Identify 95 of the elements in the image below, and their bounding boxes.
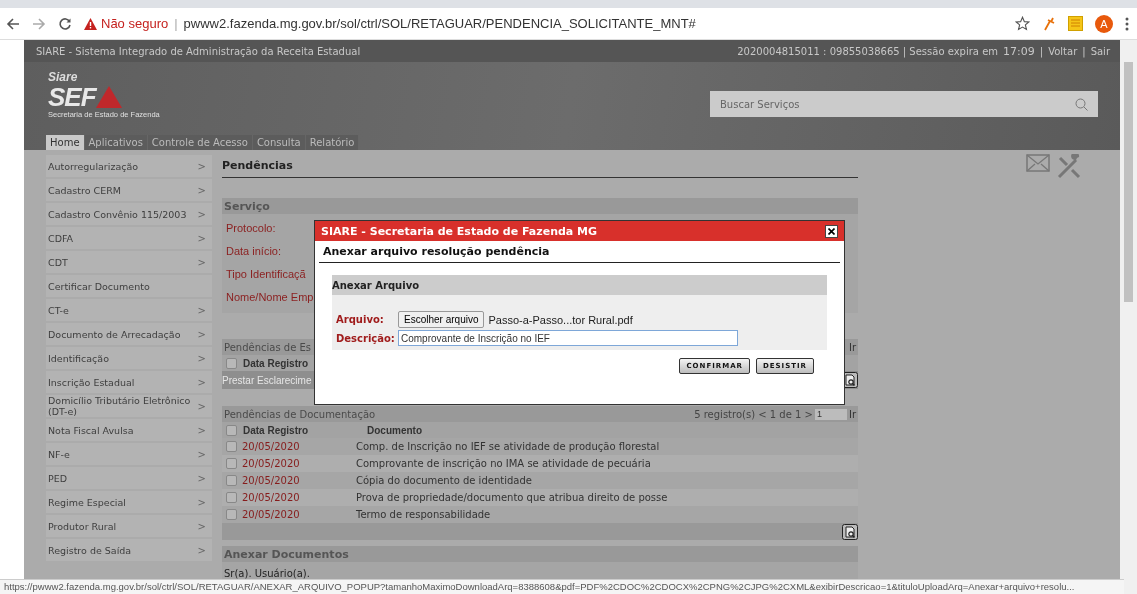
sidebar-item[interactable]: Documento de Arrecadação > — [46, 323, 212, 345]
forward-icon[interactable] — [32, 16, 46, 31]
page-input[interactable]: 1 — [814, 408, 847, 420]
description-field[interactable]: Comprovante de Inscrição no IEF — [398, 330, 738, 346]
field-label: Descrição: — [336, 332, 396, 344]
nav-tab[interactable]: Relatório — [305, 135, 360, 150]
url-text[interactable]: pwww2.fazenda.mg.gov.br/sol/ctrl/SOL/RETAGUAR/PENDENCIA_SOLICITANTE_MNT# — [183, 16, 696, 31]
checkbox[interactable] — [226, 357, 237, 369]
date-cell: 20/05/2020 — [242, 509, 300, 520]
sidebar-item[interactable]: Inscrição Estadual > — [46, 371, 212, 393]
section-title: Pendências de Es — [224, 341, 311, 353]
dialog-title: SIARE - Secretaria de Estado de Fazenda MG — [321, 224, 598, 238]
nav-tab[interactable]: Home — [46, 135, 85, 150]
sidebar-item[interactable]: Identificação > — [46, 347, 212, 369]
go-link[interactable]: Ir — [848, 408, 856, 420]
header-link[interactable]: Sair — [1090, 45, 1110, 57]
search-icon[interactable] — [1075, 97, 1088, 111]
choose-file-button[interactable]: Escolher arquivo — [398, 311, 485, 328]
sidebar-item[interactable]: Domicílio Tributário Eletrônico (DT-e) > — [46, 395, 212, 417]
security-label[interactable]: Não seguro — [101, 16, 169, 31]
separator-text: | — [1039, 45, 1044, 57]
tools-icon[interactable] — [1056, 154, 1082, 180]
nav-tab[interactable]: Aplicativos — [84, 135, 148, 150]
page-title: Pendências — [222, 159, 858, 178]
status-url: https://pwww2.fazenda.mg.gov.br/sol/ctrl/SOL/RETAGUAR/ANEXAR_ARQUIVO_POPUP?tamanhoMaximoDownloadArq=8388608&pdf=PDF%2CDOC%2CDOCX%2CPNG%2CJPG%2CXML&exibirDescricao=1&tituloUploadArq=Anexar+arquivo+resolu... — [0, 579, 1124, 594]
profile-avatar[interactable]: A — [1095, 14, 1113, 33]
session-info: 2020004815011 : 09855038665 | Sessão expira em — [737, 45, 999, 57]
warning-icon — [84, 17, 97, 30]
sidebar-item[interactable]: Certificar Documento — [46, 275, 212, 297]
sidebar-item[interactable]: Nota Fiscal Avulsa > — [46, 419, 212, 441]
section-header: Serviço — [222, 198, 858, 214]
checkbox[interactable] — [226, 509, 237, 520]
date-cell: 20/05/2020 — [242, 492, 300, 503]
table-row[interactable]: 20/05/2020 Comp. de Inscrição no IEF se atividade de produção florestal — [222, 438, 858, 455]
field-label: Data início: — [226, 245, 282, 257]
column-header: Documento — [367, 424, 422, 436]
extension-icon[interactable] — [1068, 16, 1083, 31]
table-row[interactable]: 20/05/2020 Termo de responsabilidade — [222, 506, 858, 523]
field-label: Tipo Identificaçã — [226, 268, 306, 280]
system-name: SIARE - Sistema Integrado de Administração da Receita Estadual — [36, 45, 361, 57]
sidebar-item[interactable]: Produtor Rural > — [46, 515, 212, 537]
sidebar-item[interactable]: Registro de Saída > — [46, 539, 212, 561]
extension-icon[interactable] — [1042, 16, 1056, 31]
sidebar-item[interactable]: Cadastro CERM > — [46, 179, 212, 201]
reload-icon[interactable] — [58, 16, 72, 31]
file-name: Passo-a-Passo...tor Rural.pdf — [488, 313, 633, 326]
document-search-icon[interactable] — [842, 523, 858, 540]
sidebar-item[interactable]: NF-e > — [46, 443, 212, 465]
greeting-text: Sr(a). Usuário(a). — [223, 567, 311, 579]
checkbox[interactable] — [226, 458, 237, 469]
field-label: Arquivo: — [336, 314, 385, 325]
sidebar-item[interactable]: CT-e > — [46, 299, 212, 321]
pager-text: 5 registro(s) < 1 de 1 > — [694, 408, 813, 420]
table-row[interactable]: 20/05/2020 Cópia do documento de identidade — [222, 472, 858, 489]
panel-header: Anexar Arquivo — [332, 275, 827, 295]
action-link[interactable]: Prestar Esclarecime — [222, 374, 312, 386]
column-header: Data Registro — [243, 424, 309, 436]
scrollbar[interactable] — [1120, 40, 1137, 594]
document-cell: Cópia do documento de identidade — [356, 475, 532, 486]
section-header: Anexar Documentos — [222, 546, 858, 562]
checkbox[interactable] — [226, 441, 237, 452]
menu-icon[interactable] — [1125, 16, 1129, 31]
sidebar-item[interactable]: Cadastro Convênio 115/2003 > — [46, 203, 212, 225]
dialog-subtitle: Anexar arquivo resolução pendência — [319, 241, 840, 263]
sidebar-item[interactable]: Autorregularização > — [46, 155, 212, 177]
separator-text: | — [174, 16, 178, 31]
sidebar-item[interactable]: CDFA > — [46, 227, 212, 249]
checkbox[interactable] — [226, 424, 237, 436]
column-header: Data Registro — [243, 357, 308, 369]
checkbox[interactable] — [226, 492, 237, 503]
scrollbar-thumb[interactable] — [1124, 62, 1133, 302]
search-field[interactable]: Buscar Serviços — [710, 91, 1098, 117]
sidebar-item[interactable]: PED > — [46, 467, 212, 489]
date-cell: 20/05/2020 — [242, 475, 300, 486]
date-cell: 20/05/2020 — [242, 458, 300, 469]
separator-text: | — [1082, 45, 1086, 57]
date-cell: 20/05/2020 — [242, 441, 300, 452]
go-link[interactable]: Ir — [848, 341, 856, 353]
header-link[interactable]: Voltar — [1048, 45, 1078, 57]
field-label: Nome/Nome Emp — [226, 291, 314, 303]
sidebar-item[interactable]: Regime Especial > — [46, 491, 212, 513]
field-label: Protocolo: — [226, 222, 276, 234]
document-cell: Comp. de Inscrição no IEF se atividade de produção florestal — [356, 441, 660, 452]
sidebar-item[interactable]: CDT > — [46, 251, 212, 273]
checkbox[interactable] — [226, 475, 237, 486]
document-cell: Termo de responsabilidade — [356, 509, 491, 520]
document-cell: Prova de propriedade/documento que atribua direito de posse — [356, 492, 668, 503]
nav-tab[interactable]: Controle de Acesso — [147, 135, 253, 150]
nav-tab[interactable]: Consulta — [252, 135, 306, 150]
section-title: Pendências de Documentação — [224, 408, 376, 420]
mail-icon[interactable] — [1026, 154, 1050, 172]
back-icon[interactable] — [6, 16, 20, 31]
document-cell: Comprovante de inscrição no IMA se atividade de pecuária — [356, 458, 651, 469]
star-icon[interactable] — [1015, 16, 1030, 31]
session-time: 17:09 — [1003, 44, 1035, 58]
